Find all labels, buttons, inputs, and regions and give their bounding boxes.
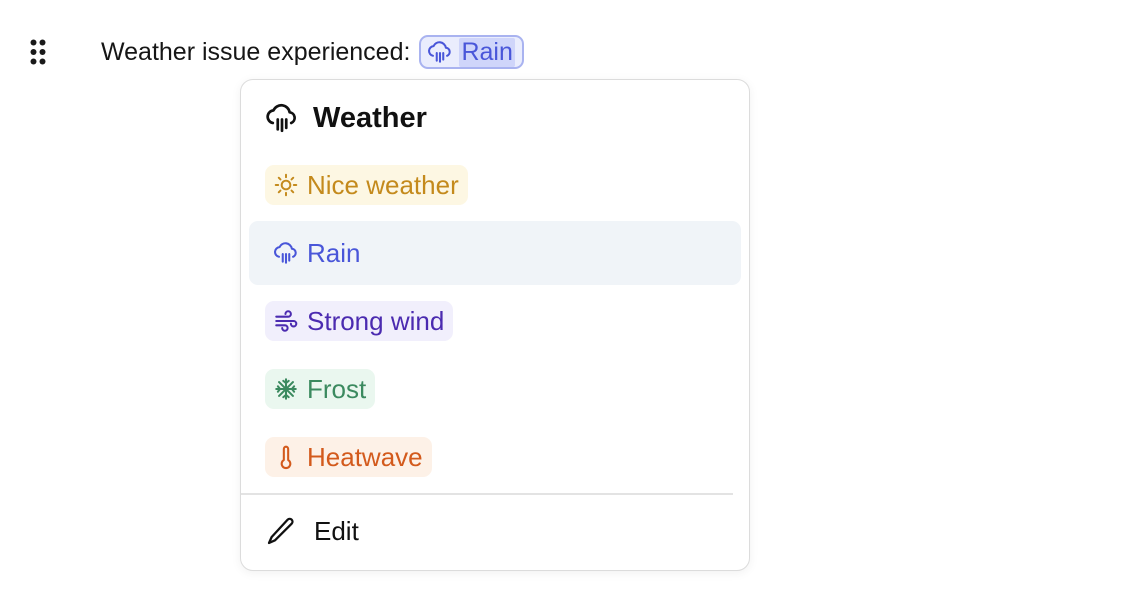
dropdown-header: Weather xyxy=(265,98,427,138)
weather-issue-label: Weather issue experienced: xyxy=(101,37,411,66)
dropdown-divider xyxy=(241,493,733,495)
cloud-rain-icon xyxy=(274,242,297,264)
cloud-rain-icon xyxy=(266,103,296,133)
wind-icon xyxy=(275,310,298,332)
option-label: Frost xyxy=(307,373,367,404)
weather-dropdown: Weather Nice weather Rain Strong wind Fr… xyxy=(240,79,750,571)
snowflake-icon xyxy=(275,378,297,400)
option-rain[interactable]: Rain xyxy=(249,221,741,285)
sun-icon xyxy=(274,173,298,197)
option-label: Heatwave xyxy=(307,441,423,472)
nice-weather-chip: Nice weather xyxy=(265,165,468,205)
edit-options-button[interactable]: Edit xyxy=(249,500,741,562)
pencil-icon xyxy=(267,517,294,545)
option-nice-weather[interactable]: Nice weather xyxy=(249,153,741,217)
option-heatwave[interactable]: Heatwave xyxy=(249,425,741,489)
option-strong-wind[interactable]: Strong wind xyxy=(249,289,741,353)
drag-handle-icon xyxy=(30,39,46,65)
dropdown-title: Weather xyxy=(313,101,427,134)
option-label: Strong wind xyxy=(307,305,445,336)
frost-chip: Frost xyxy=(265,369,376,409)
strong-wind-chip: Strong wind xyxy=(265,301,454,341)
drag-handle[interactable] xyxy=(30,39,46,65)
option-label: Nice weather xyxy=(307,169,459,200)
heatwave-chip: Heatwave xyxy=(265,437,432,477)
weather-issue-line: Weather issue experienced: Rain xyxy=(101,33,524,71)
selected-weather-label: Rain xyxy=(459,37,515,67)
option-label: Rain xyxy=(307,237,361,268)
option-frost[interactable]: Frost xyxy=(249,357,741,421)
thermometer-icon xyxy=(280,445,292,470)
edit-label: Edit xyxy=(314,515,359,546)
rain-chip: Rain xyxy=(265,233,369,273)
cloud-rain-icon xyxy=(428,41,452,63)
selected-weather-chip[interactable]: Rain xyxy=(419,35,524,69)
